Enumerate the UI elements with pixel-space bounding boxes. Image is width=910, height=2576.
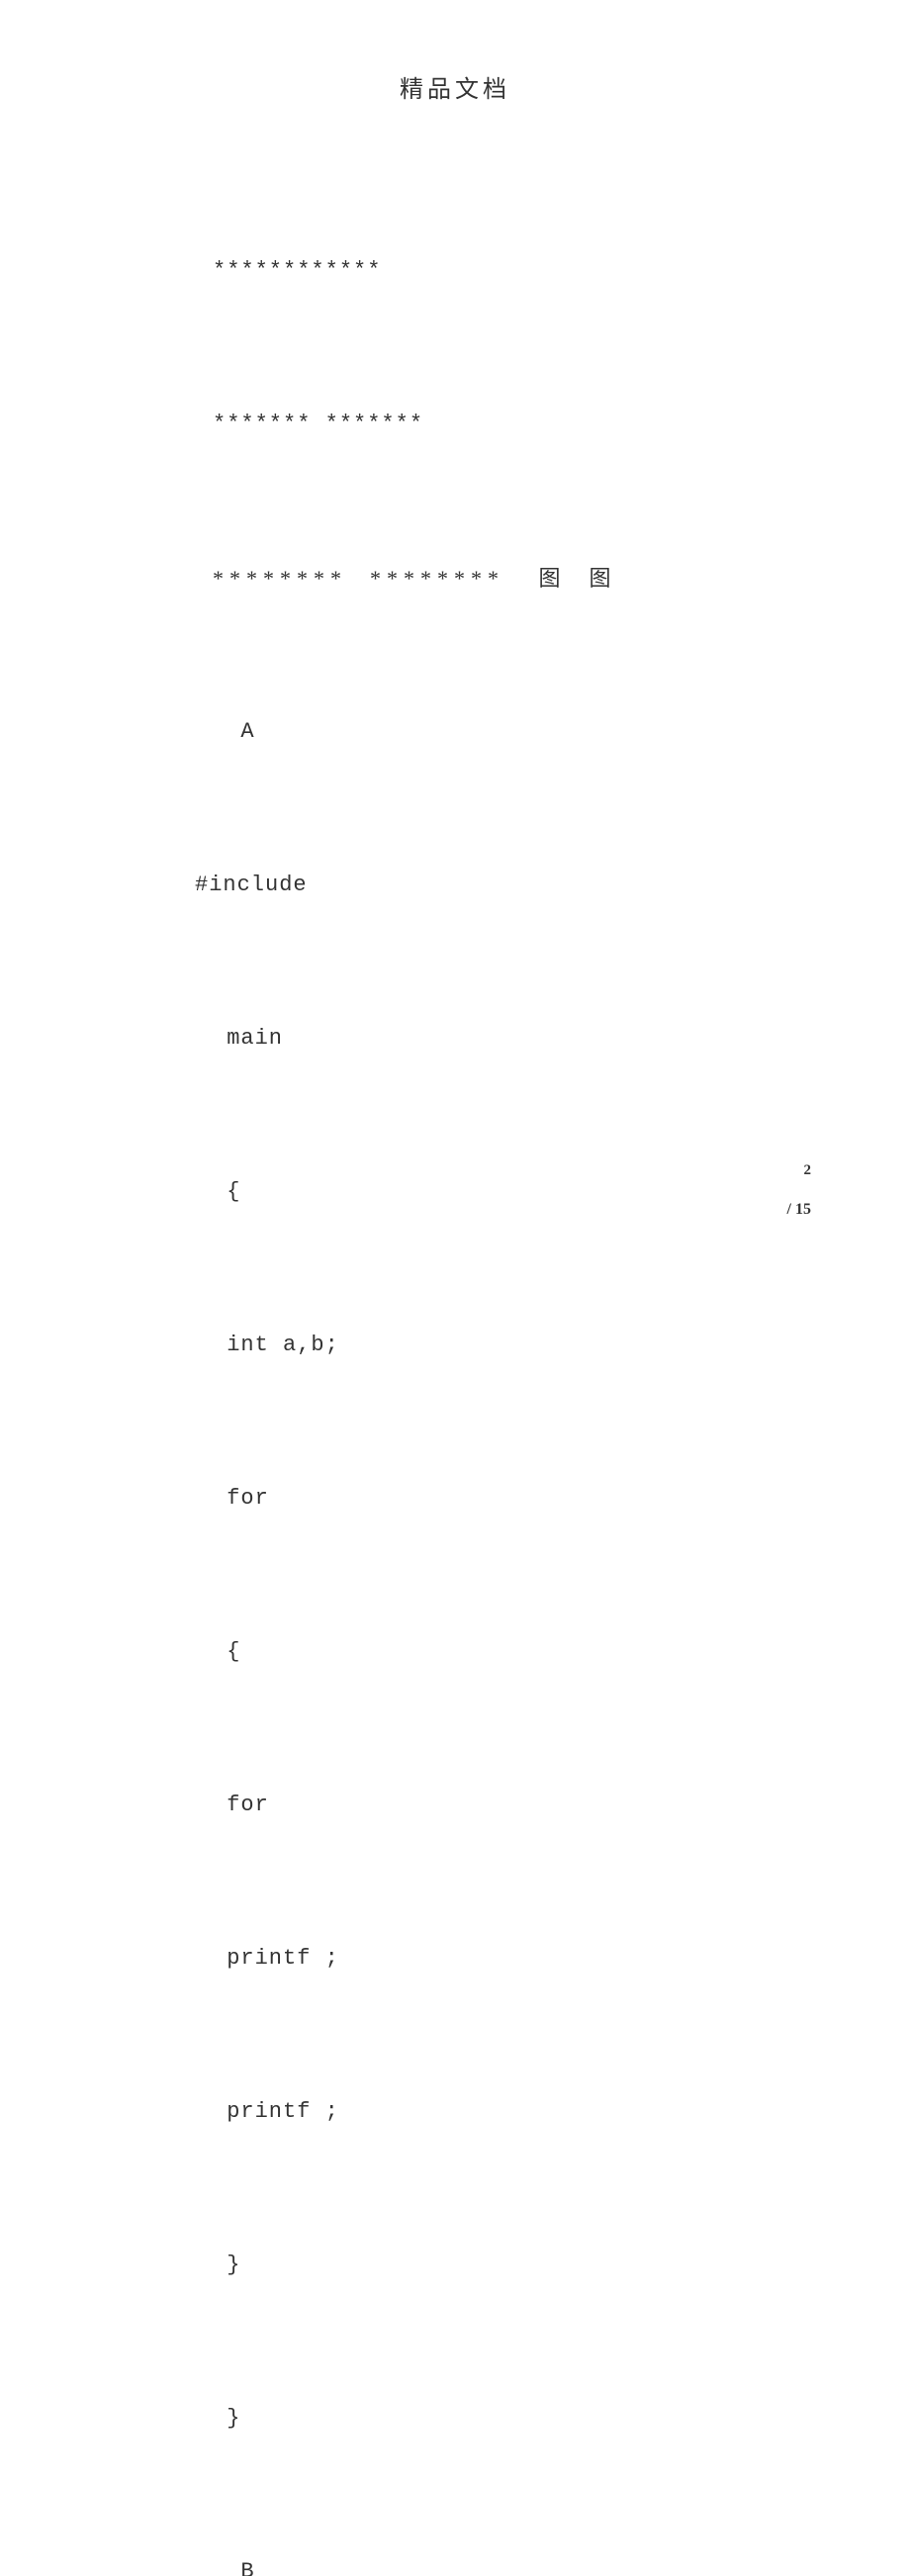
- code-line: #include: [195, 860, 811, 911]
- page-container: 精品文档 ************ ******* ******* ******…: [0, 0, 910, 1288]
- code-line: {: [213, 1166, 811, 1218]
- page-number-current: 2: [804, 1162, 812, 1179]
- code-line: ************: [213, 245, 811, 297]
- code-line: printf ;: [213, 1933, 811, 1984]
- document-body: ************ ******* ******* ******** **…: [99, 143, 811, 2576]
- code-line: main: [213, 1013, 811, 1064]
- code-line: {: [213, 1626, 811, 1678]
- code-line: ******* *******: [213, 399, 811, 450]
- code-line: for: [213, 1473, 811, 1524]
- page-total-text: / 15: [787, 1201, 811, 1218]
- code-line: for: [213, 1780, 811, 1831]
- code-line: ******** ******** 图 图: [213, 553, 811, 604]
- page-number-total: / 15: [787, 1201, 811, 1219]
- code-line: printf ;: [213, 2086, 811, 2138]
- code-line: A: [213, 706, 811, 758]
- code-line: }: [213, 2393, 811, 2444]
- code-line: int a,b;: [213, 1320, 811, 1371]
- code-line: }: [213, 2240, 811, 2291]
- code-line: B: [213, 2546, 811, 2576]
- page-header-title: 精品文档: [99, 69, 811, 104]
